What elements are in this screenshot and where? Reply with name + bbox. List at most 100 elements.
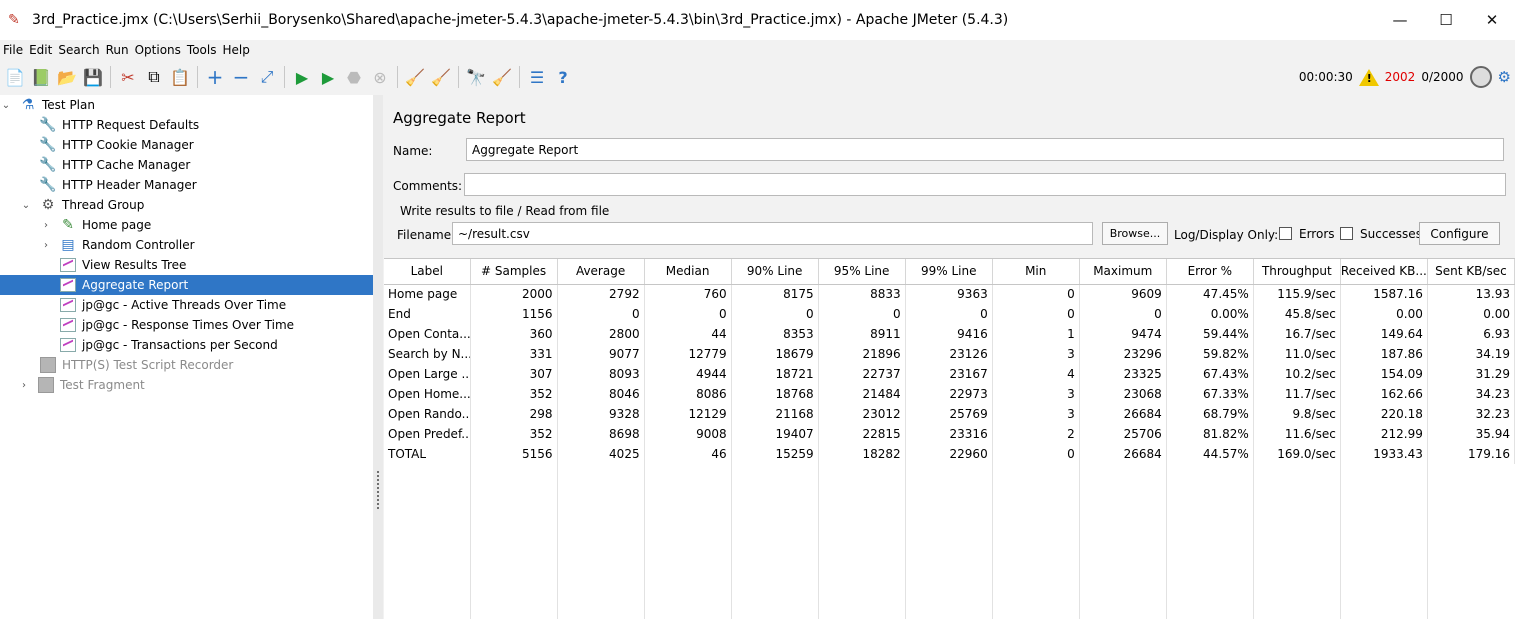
tree-item-view-results-tree[interactable]: View Results Tree: [58, 255, 188, 275]
tree-item-random-controller[interactable]: › ▤ Random Controller: [40, 235, 197, 255]
toggle-icon[interactable]: ⤢: [254, 64, 280, 90]
tree-item-test-fragment[interactable]: › Test Fragment: [18, 375, 147, 395]
column-header[interactable]: Throughput: [1253, 259, 1341, 285]
shutdown-icon[interactable]: ⊗: [367, 64, 393, 90]
column-header[interactable]: Sent KB/sec: [1427, 259, 1515, 285]
column-header[interactable]: Label: [384, 259, 471, 285]
browse-button[interactable]: Browse...: [1102, 222, 1168, 245]
table-row[interactable]: End 1156 0 0 0 0 0 0 0 0.00% 45.8/sec 0.00 0.00: [384, 304, 1515, 324]
chevron-right-icon[interactable]: ›: [40, 220, 52, 231]
tree-item-http-cookie-manager[interactable]: 🔧 HTTP Cookie Manager: [38, 135, 196, 155]
function-helper-icon[interactable]: ☰: [524, 64, 550, 90]
maximize-button[interactable]: ☐: [1423, 0, 1469, 40]
paste-icon[interactable]: 📋: [167, 64, 193, 90]
table-row[interactable]: Open Home... 352 8046 8086 18768 21484 22973 3 2…: [384, 384, 1515, 404]
table-row[interactable]: TOTAL 5156 4025 46 15259 18282 22960 0 26684 44.5…: [384, 444, 1515, 464]
column-header[interactable]: Maximum: [1079, 259, 1167, 285]
table-cell: 18282: [818, 444, 906, 464]
close-button[interactable]: ✕: [1469, 0, 1515, 40]
column-header[interactable]: Received KB...: [1340, 259, 1428, 285]
table-row[interactable]: Open Predef... 352 8698 9008 19407 22815 23316…: [384, 424, 1515, 444]
table-cell: 23296: [1079, 344, 1167, 364]
cut-icon[interactable]: ✂: [115, 64, 141, 90]
chevron-right-icon[interactable]: ›: [18, 380, 30, 391]
table-cell: Home page: [384, 284, 471, 304]
table-cell: 25769: [905, 404, 993, 424]
errors-label[interactable]: Errors: [1299, 227, 1335, 241]
tree-item-home-page[interactable]: › ✎ Home page: [40, 215, 153, 235]
column-header[interactable]: Average: [557, 259, 645, 285]
tree-item-active-threads[interactable]: jp@gc - Active Threads Over Time: [58, 295, 288, 315]
table-row[interactable]: Search by N... 331 9077 12779 18679 21896 2312…: [384, 344, 1515, 364]
table-row[interactable]: Open Conta... 360 2800 44 8353 8911 9416 1 9474 5…: [384, 324, 1515, 344]
minimize-button[interactable]: —: [1377, 0, 1423, 40]
error-count[interactable]: 2002: [1385, 70, 1416, 84]
table-cell: Open Conta...: [384, 324, 471, 344]
column-header[interactable]: Error %: [1166, 259, 1254, 285]
table-cell: 1: [992, 324, 1080, 344]
clear-icon[interactable]: 🧹: [402, 64, 428, 90]
column-header[interactable]: 99% Line: [905, 259, 993, 285]
table-cell: 0: [1079, 304, 1167, 324]
open-icon[interactable]: 📂: [54, 64, 80, 90]
comments-field[interactable]: [464, 173, 1506, 196]
menu-edit[interactable]: Edit: [26, 43, 55, 57]
remote-engines-icon[interactable]: [1469, 66, 1492, 88]
menu-run[interactable]: Run: [103, 43, 132, 57]
tree-item-transactions-per-second[interactable]: jp@gc - Transactions per Second: [58, 335, 280, 355]
search-icon[interactable]: 🔭: [463, 64, 489, 90]
save-icon[interactable]: 💾: [80, 64, 106, 90]
collapse-icon[interactable]: −: [228, 64, 254, 90]
successes-checkbox[interactable]: [1340, 227, 1353, 240]
column-header[interactable]: 90% Line: [731, 259, 819, 285]
column-header[interactable]: 95% Line: [818, 259, 906, 285]
pipette-icon: ✎: [62, 217, 74, 233]
help-icon[interactable]: ?: [550, 64, 576, 90]
filename-field[interactable]: ~/result.csv: [452, 222, 1093, 245]
table-row[interactable]: Open Rando... 298 9328 12129 21168 23012 25769…: [384, 404, 1515, 424]
column-header[interactable]: # Samples: [470, 259, 558, 285]
menu-file[interactable]: File: [0, 43, 26, 57]
warning-icon[interactable]: [1358, 68, 1379, 86]
configure-button[interactable]: Configure: [1419, 222, 1500, 245]
start-icon[interactable]: ▶: [289, 64, 315, 90]
templates-icon[interactable]: 📗: [28, 64, 54, 90]
chevron-down-icon[interactable]: ⌄: [0, 100, 12, 111]
tree-item-http-cache-manager[interactable]: 🔧 HTTP Cache Manager: [38, 155, 192, 175]
chart-icon: [58, 296, 78, 314]
tree-item-http-header-manager[interactable]: 🔧 HTTP Header Manager: [38, 175, 199, 195]
tree-item-script-recorder[interactable]: HTTP(S) Test Script Recorder: [38, 355, 235, 375]
copy-icon[interactable]: ⧉: [141, 64, 167, 90]
chevron-down-icon[interactable]: ⌄: [20, 200, 32, 211]
menu-options[interactable]: Options: [132, 43, 184, 57]
stop-icon[interactable]: ⬣: [341, 64, 367, 90]
tree-item-response-times[interactable]: jp@gc - Response Times Over Time: [58, 315, 296, 335]
column-header[interactable]: Median: [644, 259, 732, 285]
start-no-pauses-icon[interactable]: ▶: [315, 64, 341, 90]
errors-checkbox[interactable]: [1279, 227, 1292, 240]
panel-splitter[interactable]: [373, 95, 383, 619]
tree-item-thread-group[interactable]: ⌄ ⚙ Thread Group: [20, 195, 146, 215]
table-cell: 8911: [818, 324, 906, 344]
tree-item-http-request-defaults[interactable]: 🔧 HTTP Request Defaults: [38, 115, 201, 135]
new-icon[interactable]: 📄: [2, 64, 28, 90]
name-field[interactable]: Aggregate Report: [466, 138, 1504, 161]
successes-label[interactable]: Successes: [1360, 227, 1422, 241]
reset-search-icon[interactable]: 🧹: [489, 64, 515, 90]
log-viewer-icon[interactable]: ⚙: [1498, 68, 1511, 86]
clear-all-icon[interactable]: 🧹: [428, 64, 454, 90]
table-cell: 44.57%: [1166, 444, 1254, 464]
menu-tools[interactable]: Tools: [184, 43, 220, 57]
menu-help[interactable]: Help: [219, 43, 252, 57]
controller-icon: ▤: [61, 237, 75, 253]
table-row[interactable]: Open Large ... 307 8093 4944 18721 22737 23167…: [384, 364, 1515, 384]
table-row[interactable]: Home page 2000 2792 760 8175 8833 9363 0 9609 47.…: [384, 284, 1515, 304]
menu-search[interactable]: Search: [55, 43, 102, 57]
table-cell: 4025: [557, 444, 645, 464]
expand-icon[interactable]: +: [202, 64, 228, 90]
tree-item-test-plan[interactable]: ⌄ ⚗ Test Plan: [0, 95, 97, 115]
splitter-handle[interactable]: [376, 470, 380, 510]
column-header[interactable]: Min: [992, 259, 1080, 285]
tree-item-aggregate-report[interactable]: Aggregate Report: [0, 275, 373, 295]
chevron-right-icon[interactable]: ›: [40, 240, 52, 251]
